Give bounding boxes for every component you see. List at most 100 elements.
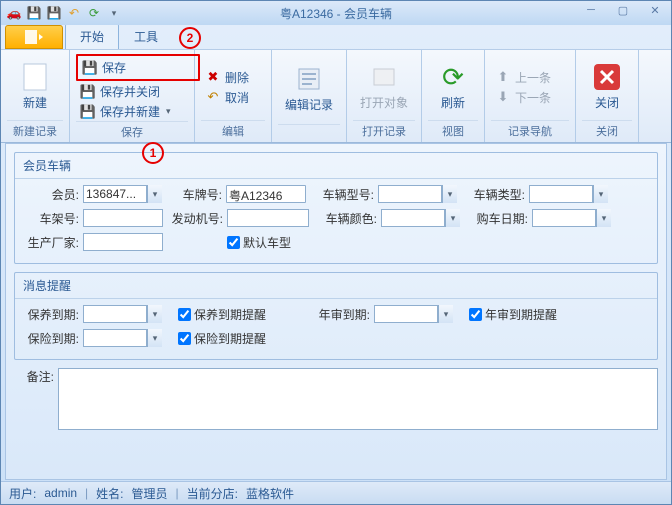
close-window-button[interactable]: ✕	[643, 1, 667, 19]
model-label: 车辆型号:	[310, 186, 374, 203]
minimize-button[interactable]: ─	[579, 1, 603, 19]
cancel-icon: ↶	[205, 89, 221, 105]
maximize-button[interactable]: ▢	[611, 1, 635, 19]
memo-label: 备注:	[14, 368, 54, 385]
member-value: 136847...	[83, 185, 147, 203]
save-icon: 💾	[82, 60, 98, 76]
form-area: 1 会员车辆 会员: 136847...▾ 车牌号: 粤A12346 车辆型号:…	[5, 143, 667, 480]
status-branch-label: 当前分店:	[187, 485, 238, 502]
new-icon	[21, 63, 49, 91]
group-label-save: 保存	[76, 121, 188, 143]
prev-record-button: ⬆上一条	[491, 68, 577, 87]
ribbon: 新建 新建记录 💾保存 💾保存并关闭 💾保存并新建▾ 保存 ✖删除 ↶取消 编辑	[1, 49, 671, 143]
color-combo[interactable]: ▾	[381, 209, 460, 227]
engine-label: 发动机号:	[167, 210, 223, 227]
close-icon	[593, 63, 621, 91]
remind-panel-title: 消息提醒	[15, 273, 657, 299]
group-label-editrec	[278, 124, 340, 142]
color-label: 车辆颜色:	[313, 210, 377, 227]
open-object-icon	[370, 63, 398, 91]
tab-tools[interactable]: 工具	[119, 23, 173, 49]
qat-saveclose-icon[interactable]: 💾	[45, 4, 63, 22]
chevron-down-icon: ▾	[445, 209, 460, 227]
annotation-1: 1	[142, 142, 164, 164]
insure-remind-checkbox[interactable]: 保险到期提醒	[178, 330, 266, 347]
open-object-button: 打开对象	[354, 61, 414, 113]
group-label-nav: 记录导航	[491, 120, 569, 142]
maker-input[interactable]	[83, 233, 163, 251]
group-label-open: 打开记录	[353, 120, 415, 142]
statusbar: 用户: admin | 姓名: 管理员 | 当前分店: 蓝格软件	[1, 481, 671, 504]
save-button[interactable]: 💾保存	[76, 54, 200, 81]
app-window: 🚗 💾 💾 ↶ ⟳ ▾ 粤A12346 - 会员车辆 ─ ▢ ✕ 开始 工具 2…	[0, 0, 672, 505]
titlebar: 🚗 💾 💾 ↶ ⟳ ▾ 粤A12346 - 会员车辆 ─ ▢ ✕	[1, 1, 671, 25]
group-label-close: 关闭	[582, 120, 632, 142]
remind-panel: 消息提醒 保养到期: ▾ 保养到期提醒 年审到期: ▾ 年审到期提醒 保险到期:…	[14, 272, 658, 360]
insure-to-label: 保险到期:	[23, 330, 79, 347]
buydate-picker[interactable]: ▾	[532, 209, 611, 227]
type-combo[interactable]: ▾	[529, 185, 608, 203]
status-branch: 蓝格软件	[246, 485, 294, 502]
delete-button[interactable]: ✖删除	[201, 68, 273, 87]
status-user-label: 用户:	[9, 485, 36, 502]
qat-undo-icon[interactable]: ↶	[65, 4, 83, 22]
vin-input[interactable]	[83, 209, 163, 227]
type-label: 车辆类型:	[461, 186, 525, 203]
save-close-icon: 💾	[80, 84, 96, 100]
close-button[interactable]: 关闭	[587, 61, 627, 113]
plate-input[interactable]: 粤A12346	[226, 185, 306, 203]
default-model-checkbox[interactable]: 默认车型	[227, 234, 291, 251]
memo-textarea[interactable]	[58, 368, 658, 430]
chevron-down-icon: ▾	[442, 185, 457, 203]
inspect-to-label: 年审到期:	[298, 306, 370, 323]
edit-record-icon	[295, 65, 323, 93]
inspect-date-picker[interactable]: ▾	[374, 305, 453, 323]
group-label-new: 新建记录	[7, 120, 63, 142]
ribbon-tabs: 开始 工具 2	[1, 25, 671, 49]
buydate-label: 购车日期:	[464, 210, 528, 227]
app-menu-icon	[25, 30, 43, 44]
maint-remind-checkbox[interactable]: 保养到期提醒	[178, 306, 266, 323]
maint-date-picker[interactable]: ▾	[83, 305, 162, 323]
chevron-down-icon: ▾	[147, 305, 162, 323]
edit-record-button[interactable]: 编辑记录	[279, 63, 339, 115]
new-button[interactable]: 新建	[15, 61, 55, 113]
group-label-view: 视图	[428, 120, 478, 142]
vehicle-panel: 会员车辆 会员: 136847...▾ 车牌号: 粤A12346 车辆型号: ▾…	[14, 152, 658, 264]
save-new-icon: 💾	[80, 104, 96, 120]
up-arrow-icon: ⬆	[495, 69, 511, 85]
save-new-button[interactable]: 💾保存并新建▾	[76, 102, 196, 121]
cancel-button[interactable]: ↶取消	[201, 88, 273, 107]
qat-save-icon[interactable]: 💾	[25, 4, 43, 22]
member-combo[interactable]: 136847...▾	[83, 185, 162, 203]
maint-to-label: 保养到期:	[23, 306, 79, 323]
quick-access-toolbar: 🚗 💾 💾 ↶ ⟳ ▾	[1, 4, 127, 22]
app-icon: 🚗	[5, 4, 23, 22]
maker-label: 生产厂家:	[23, 234, 79, 251]
chevron-down-icon: ▾	[166, 106, 171, 117]
qat-dropdown-icon[interactable]: ▾	[105, 4, 123, 22]
status-name-label: 姓名:	[96, 485, 123, 502]
inspect-remind-checkbox[interactable]: 年审到期提醒	[469, 306, 557, 323]
insure-date-picker[interactable]: ▾	[83, 329, 162, 347]
status-user: admin	[44, 486, 77, 500]
model-combo[interactable]: ▾	[378, 185, 457, 203]
annotation-2: 2	[179, 27, 201, 49]
chevron-down-icon: ▾	[147, 329, 162, 347]
engine-input[interactable]	[227, 209, 309, 227]
vin-label: 车架号:	[23, 210, 79, 227]
member-label: 会员:	[23, 186, 79, 203]
down-arrow-icon: ⬇	[495, 89, 511, 105]
tab-start[interactable]: 开始	[65, 23, 119, 49]
save-close-button[interactable]: 💾保存并关闭	[76, 82, 196, 101]
next-record-button: ⬇下一条	[491, 88, 577, 107]
refresh-button[interactable]: ⟳ 刷新	[433, 61, 473, 113]
app-menu-button[interactable]	[5, 25, 63, 49]
qat-refresh-icon[interactable]: ⟳	[85, 4, 103, 22]
chevron-down-icon: ▾	[593, 185, 608, 203]
plate-label: 车牌号:	[166, 186, 222, 203]
status-name: 管理员	[132, 485, 168, 502]
chevron-down-icon: ▾	[147, 185, 162, 203]
refresh-icon: ⟳	[439, 63, 467, 91]
vehicle-panel-title: 会员车辆	[15, 153, 657, 179]
